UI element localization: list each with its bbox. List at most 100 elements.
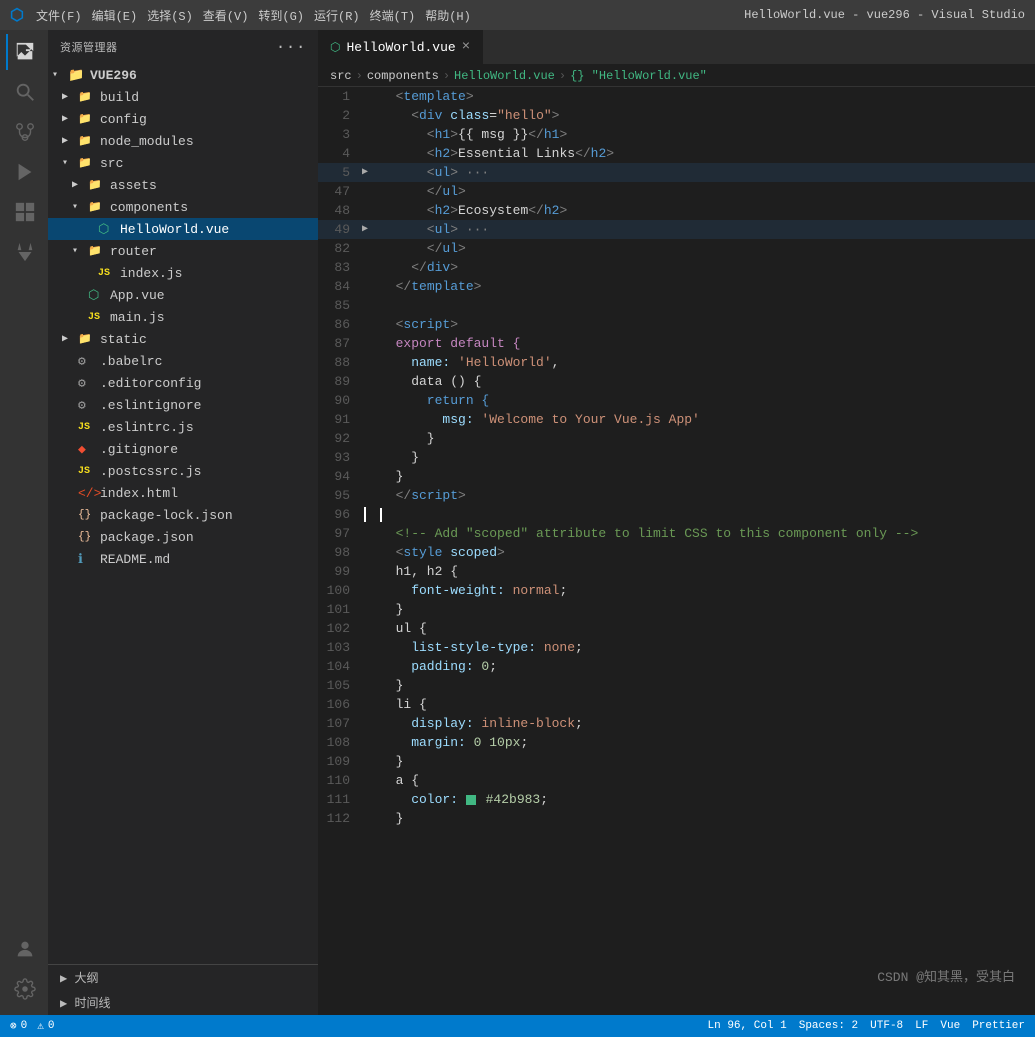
line-number: 5	[318, 163, 362, 182]
token-tag-name: script	[411, 488, 458, 503]
editor-wrapper: 1 <template>2 <div class="hello">3 <h1>{…	[318, 87, 1035, 1015]
tree-item-babelrc[interactable]: ⚙.babelrc	[48, 350, 318, 372]
breadcrumb-part[interactable]: {} "HelloWorld.vue"	[570, 69, 707, 83]
tree-item-postcssrc[interactable]: JS.postcssrc.js	[48, 460, 318, 482]
tree-item-root[interactable]: ▾📁VUE296	[48, 64, 318, 86]
search-activity-icon[interactable]	[6, 74, 42, 110]
code-line: 107 display: inline-block;	[318, 714, 1035, 733]
settings-activity-icon[interactable]	[6, 971, 42, 1007]
sidebar-options-button[interactable]: ···	[276, 38, 306, 56]
token-tag-name: h1	[544, 127, 560, 142]
token-tag-name: script	[403, 317, 450, 332]
fold-arrow	[362, 581, 376, 600]
folder-arrow: ▶	[62, 91, 78, 103]
folder-icon: 📁	[78, 134, 96, 148]
breadcrumb-file[interactable]: HelloWorld.vue	[454, 69, 555, 83]
timeline-section[interactable]: ▶ 时间线	[48, 990, 318, 1015]
test-activity-icon[interactable]	[6, 234, 42, 270]
tree-item-eslintignore[interactable]: ⚙.eslintignore	[48, 394, 318, 416]
tree-item-editorconfig[interactable]: ⚙.editorconfig	[48, 372, 318, 394]
sidebar-title: 资源管理器	[60, 39, 118, 55]
token-tag-name: ul	[442, 241, 458, 256]
tree-item-package.json[interactable]: {}package.json	[48, 526, 318, 548]
fold-arrow	[362, 87, 376, 106]
code-line: 83 </div>	[318, 258, 1035, 277]
tree-item-index.html[interactable]: </>index.html	[48, 482, 318, 504]
fold-arrow	[362, 106, 376, 125]
menu-item[interactable]: 终端(T)	[370, 7, 416, 24]
line-number: 2	[318, 106, 362, 125]
line-content: }	[376, 752, 1035, 771]
tree-item-main.js[interactable]: JSmain.js	[48, 306, 318, 328]
token-tag-name: h2	[435, 146, 451, 161]
editor-tab-helloworld[interactable]: ⬡ HelloWorld.vue ×	[318, 30, 483, 64]
status-item[interactable]: Vue	[940, 1020, 960, 1032]
outline-section[interactable]: ▶ 大纲	[48, 964, 318, 990]
tree-item-package-lock[interactable]: {}package-lock.json	[48, 504, 318, 526]
menu-item[interactable]: 转到(G)	[258, 7, 304, 24]
fold-arrow[interactable]: ▶	[362, 163, 376, 182]
tree-item-node_modules[interactable]: ▶ 📁node_modules	[48, 130, 318, 152]
line-number: 99	[318, 562, 362, 581]
menu-item[interactable]: 运行(R)	[314, 7, 360, 24]
vue-icon: ⬡	[88, 288, 106, 303]
status-item[interactable]: Prettier	[972, 1020, 1025, 1032]
tree-item-src[interactable]: ▾ 📁src	[48, 152, 318, 174]
status-item[interactable]: Spaces: 2	[799, 1020, 858, 1032]
info-icon: ℹ	[78, 552, 96, 567]
tree-item-gitignore[interactable]: ◆.gitignore	[48, 438, 318, 460]
tab-close-button[interactable]: ×	[462, 39, 470, 55]
tree-item-HelloWorld[interactable]: ⬡HelloWorld.vue	[48, 218, 318, 240]
source-control-activity-icon[interactable]	[6, 114, 42, 150]
line-number: 88	[318, 353, 362, 372]
fold-arrow	[362, 144, 376, 163]
line-number: 107	[318, 714, 362, 733]
dot-icon: ⚙	[78, 354, 96, 369]
status-item[interactable]: Ln 96, Col 1	[708, 1020, 787, 1032]
fold-arrow	[362, 638, 376, 657]
code-line: 93 }	[318, 448, 1035, 467]
error-count-label: 0	[21, 1020, 28, 1032]
tree-item-label: components	[110, 200, 188, 215]
status-item[interactable]: LF	[915, 1020, 928, 1032]
menu-item[interactable]: 文件(F)	[36, 7, 82, 24]
tree-item-router[interactable]: ▾ 📁router	[48, 240, 318, 262]
tree-item-App.vue[interactable]: ⬡App.vue	[48, 284, 318, 306]
line-number: 106	[318, 695, 362, 714]
menu-item[interactable]: 查看(V)	[203, 7, 249, 24]
token-text: {{ msg }}	[458, 127, 528, 142]
tree-item-assets[interactable]: ▶ 📁assets	[48, 174, 318, 196]
menu-item[interactable]: 帮助(H)	[425, 7, 471, 24]
token-tag: >	[466, 89, 474, 104]
menu-item[interactable]: 选择(S)	[147, 7, 193, 24]
line-number: 84	[318, 277, 362, 296]
tree-item-components[interactable]: ▾ 📁components	[48, 196, 318, 218]
tree-item-README.md[interactable]: ℹREADME.md	[48, 548, 318, 570]
run-activity-icon[interactable]	[6, 154, 42, 190]
breadcrumb-components[interactable]: components	[367, 69, 439, 83]
extensions-activity-icon[interactable]	[6, 194, 42, 230]
line-content: <style scoped>	[376, 543, 1035, 562]
account-activity-icon[interactable]	[6, 931, 42, 967]
token-punct: ,	[552, 355, 560, 370]
fold-arrow	[362, 733, 376, 752]
tree-item-static[interactable]: ▶ 📁static	[48, 328, 318, 350]
token-tag: <	[380, 108, 419, 123]
tree-item-build[interactable]: ▶ 📁build	[48, 86, 318, 108]
fold-arrow[interactable]: ▶	[362, 220, 376, 239]
breadcrumb-src[interactable]: src	[330, 69, 352, 83]
status-item[interactable]: UTF-8	[870, 1020, 903, 1032]
tree-item-config[interactable]: ▶ 📁config	[48, 108, 318, 130]
code-line: 102 ul {	[318, 619, 1035, 638]
json-icon: {}	[78, 509, 96, 521]
menu-item[interactable]: 编辑(E)	[92, 7, 138, 24]
json-icon: {}	[78, 531, 96, 543]
tree-item-eslintrc[interactable]: JS.eslintrc.js	[48, 416, 318, 438]
line-content: </script>	[376, 486, 1035, 505]
line-number: 89	[318, 372, 362, 391]
tree-item-index.js[interactable]: JSindex.js	[48, 262, 318, 284]
code-line: 82 </ul>	[318, 239, 1035, 258]
line-number: 109	[318, 752, 362, 771]
explorer-activity-icon[interactable]	[6, 34, 42, 70]
code-editor[interactable]: 1 <template>2 <div class="hello">3 <h1>{…	[318, 87, 1035, 1015]
